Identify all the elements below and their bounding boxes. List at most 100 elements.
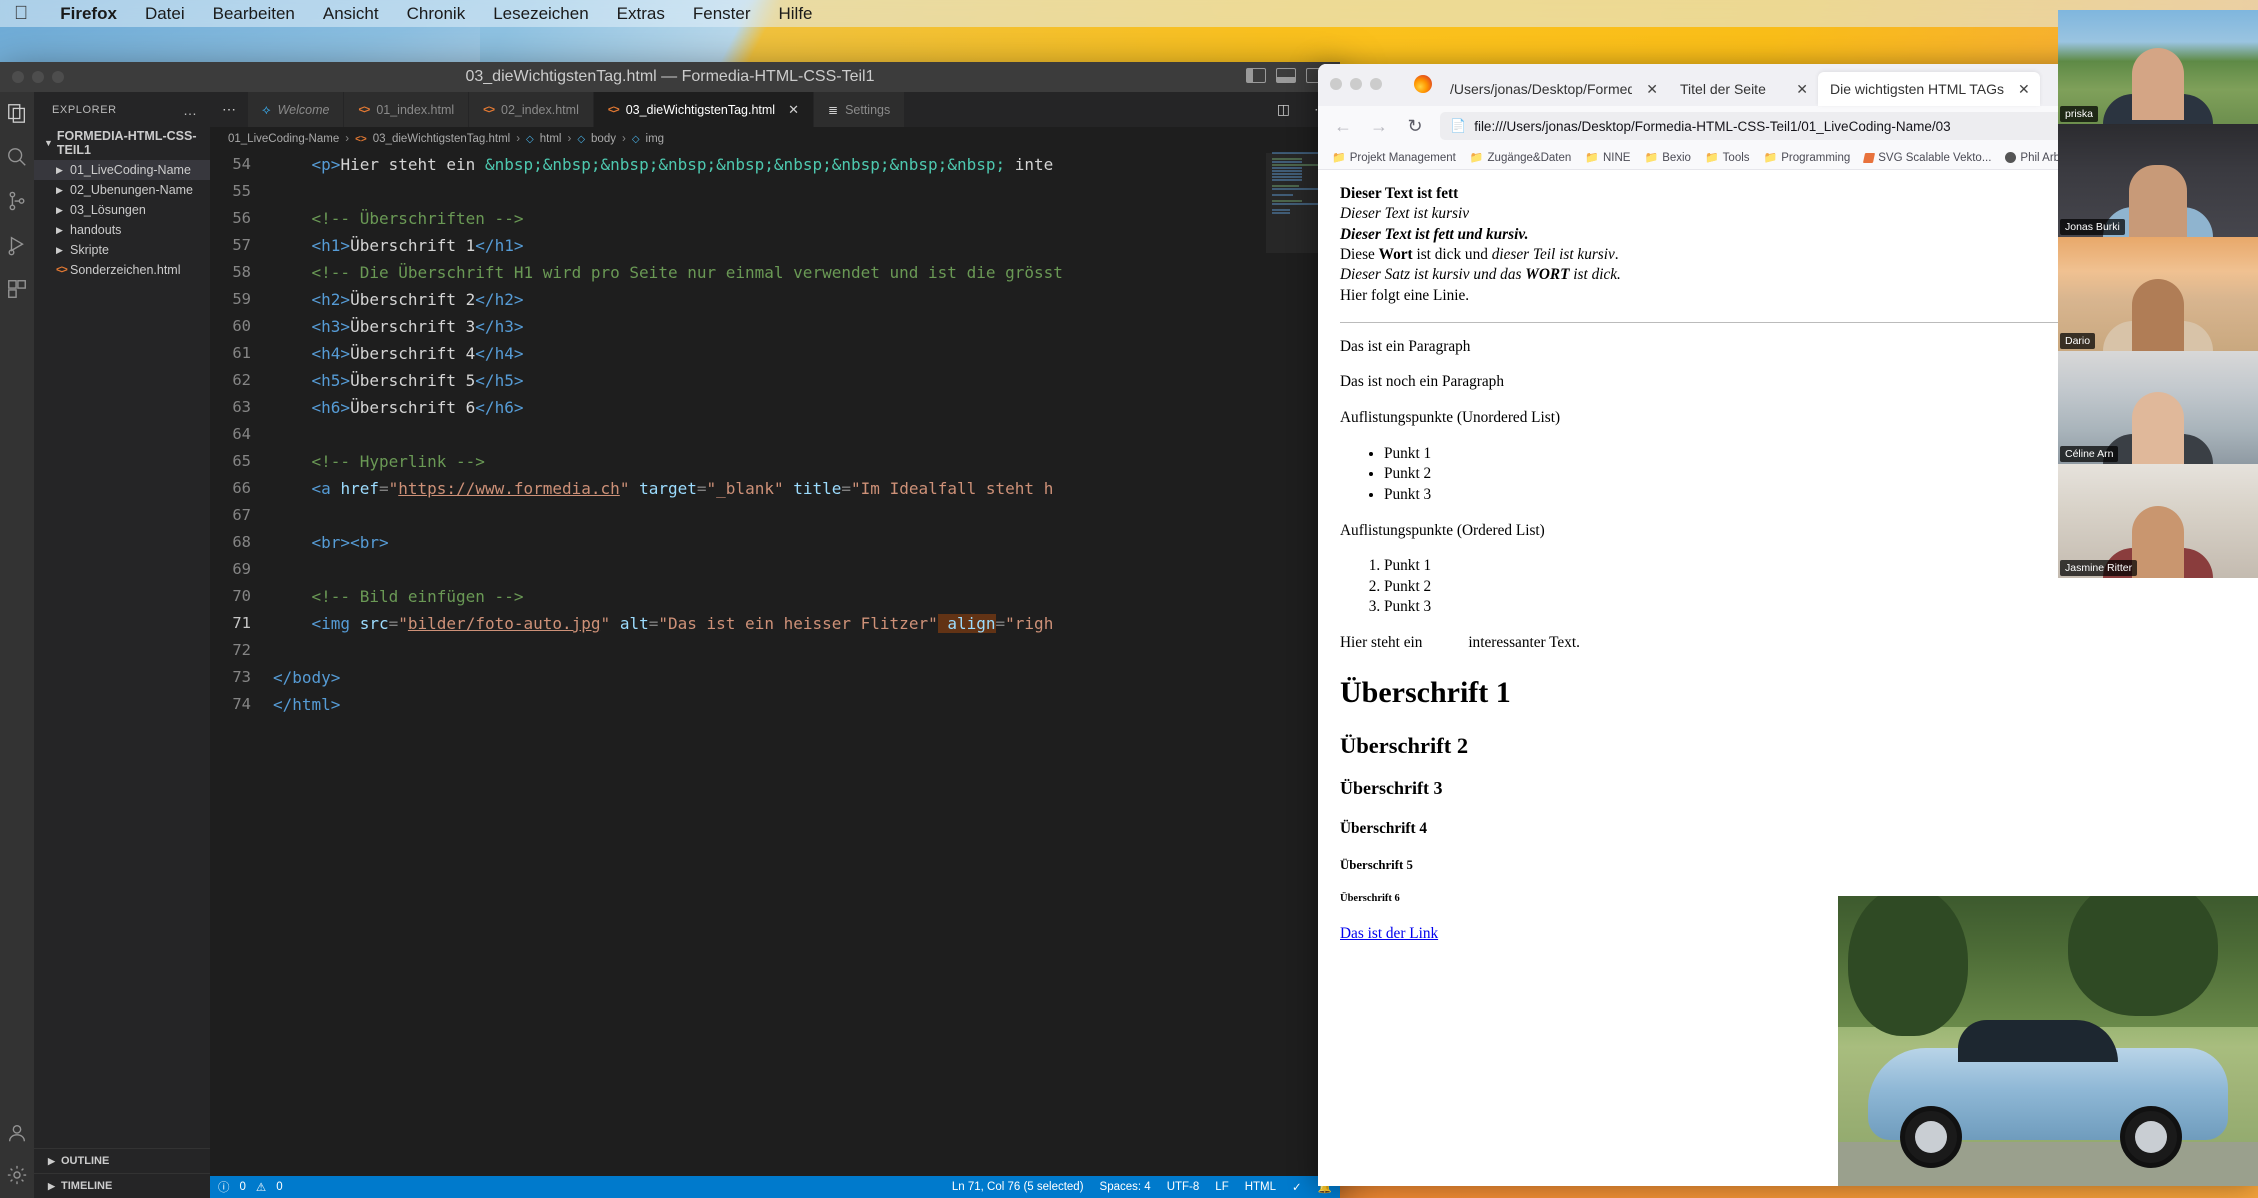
- code-editor[interactable]: 5455565758596061626364656667686970717273…: [210, 151, 1340, 1176]
- code-line[interactable]: <!-- Überschriften -->: [265, 205, 1340, 232]
- cursor-position[interactable]: Ln 71, Col 76 (5 selected): [952, 1181, 1084, 1193]
- bookmark-projekt-management[interactable]: 📁 Projekt Management: [1332, 151, 1456, 164]
- sidebar-item-handouts[interactable]: ▶ handouts: [34, 220, 210, 240]
- code-line[interactable]: <h4>Überschrift 4</h4>: [265, 340, 1340, 367]
- prettier-icon[interactable]: ✓: [1292, 1180, 1302, 1194]
- account-icon[interactable]: [6, 1122, 28, 1144]
- close-icon[interactable]: ✕: [1796, 81, 1808, 98]
- activity-bar-bottom[interactable]: [6, 1122, 28, 1198]
- source-control-icon[interactable]: [6, 190, 28, 212]
- outline-section[interactable]: ▶ OUTLINE: [34, 1148, 210, 1173]
- extensions-icon[interactable]: [6, 278, 28, 300]
- video-tile-celine-arn[interactable]: Céline Arn: [2058, 351, 2258, 465]
- bookmark-nine[interactable]: 📁 NINE: [1585, 151, 1630, 164]
- bookmark-tools[interactable]: 📁 Tools: [1705, 151, 1750, 164]
- close-icon[interactable]: ✕: [1646, 81, 1658, 98]
- settings-gear-icon[interactable]: [6, 1164, 28, 1186]
- video-tile-priska[interactable]: priska: [2058, 10, 2258, 124]
- vscode-layout-controls[interactable]: [1246, 68, 1326, 83]
- sidebar-item-03-loesungen[interactable]: ▶ 03_Lösungen: [34, 200, 210, 220]
- code-line[interactable]: <a href="https://www.formedia.ch" target…: [265, 475, 1340, 502]
- arrow-left-icon[interactable]: ←: [1332, 116, 1354, 137]
- close-icon[interactable]: ✕: [2018, 81, 2030, 98]
- code-line[interactable]: <h3>Überschrift 3</h3>: [265, 313, 1340, 340]
- bookmark-svg-scalable-vektor[interactable]: SVG Scalable Vekto...: [1864, 152, 1991, 164]
- breadcrumb-body[interactable]: body: [591, 133, 616, 145]
- breadcrumb-folder[interactable]: 01_LiveCoding-Name: [228, 133, 339, 145]
- sidebar-item-skripte[interactable]: ▶ Skripte: [34, 240, 210, 260]
- code-line[interactable]: <h1>Überschrift 1</h1>: [265, 232, 1340, 259]
- toggle-panel-icon[interactable]: [1276, 68, 1296, 83]
- menu-item-extras[interactable]: Extras: [603, 4, 679, 24]
- sidebar-item-02-ubenungen-name[interactable]: ▶ 02_Ubenungen-Name: [34, 180, 210, 200]
- video-tile-jonas-burki[interactable]: Jonas Burki: [2058, 124, 2258, 238]
- menu-item-bearbeiten[interactable]: Bearbeiten: [199, 4, 309, 24]
- language-mode[interactable]: HTML: [1245, 1181, 1276, 1193]
- close-icon[interactable]: ✕: [788, 102, 799, 118]
- code-line[interactable]: <h2>Überschrift 2</h2>: [265, 286, 1340, 313]
- activity-bar[interactable]: [0, 92, 34, 1198]
- window-traffic-lights[interactable]: [12, 71, 64, 83]
- maximize-window-button[interactable]: [1370, 78, 1382, 90]
- sidebar-item-sonderzeichen-html[interactable]: <> Sonderzeichen.html: [34, 260, 210, 280]
- code-line[interactable]: [265, 556, 1340, 583]
- tab-settings[interactable]: ≣ Settings: [814, 92, 905, 127]
- reload-icon[interactable]: ↻: [1404, 116, 1426, 137]
- status-bar[interactable]: ⓘ 0 ⚠ 0 Ln 71, Col 76 (5 selected) Space…: [210, 1176, 1340, 1198]
- arrow-right-icon[interactable]: →: [1368, 116, 1390, 137]
- firefox-traffic-lights[interactable]: [1330, 78, 1382, 90]
- code-line[interactable]: [265, 502, 1340, 529]
- menu-item-datei[interactable]: Datei: [131, 4, 199, 24]
- code-line[interactable]: </body>: [265, 664, 1340, 691]
- code-line[interactable]: [265, 421, 1340, 448]
- breadcrumb-html[interactable]: html: [540, 133, 562, 145]
- close-window-button[interactable]: [12, 71, 24, 83]
- breadcrumb-file[interactable]: 03_dieWichtigstenTag.html: [373, 133, 510, 145]
- code-line[interactable]: <!-- Bild einfügen -->: [265, 583, 1340, 610]
- code-line[interactable]: <h5>Überschrift 5</h5>: [265, 367, 1340, 394]
- browser-tab-3-active[interactable]: Die wichtigsten HTML TAGs ✕: [1818, 72, 2040, 106]
- code-line[interactable]: </html>: [265, 691, 1340, 718]
- indent-setting[interactable]: Spaces: 4: [1100, 1181, 1151, 1193]
- code-line[interactable]: <!-- Hyperlink -->: [265, 448, 1340, 475]
- eol-setting[interactable]: LF: [1215, 1181, 1228, 1193]
- breadcrumb[interactable]: 01_LiveCoding-Name › <> 03_dieWichtigste…: [210, 127, 1340, 151]
- code-line[interactable]: <!-- Die Überschrift H1 wird pro Seite n…: [265, 259, 1340, 286]
- menu-item-fenster[interactable]: Fenster: [679, 4, 765, 24]
- code-line[interactable]: <h6>Überschrift 6</h6>: [265, 394, 1340, 421]
- code-line[interactable]: <br><br>: [265, 529, 1340, 556]
- encoding-setting[interactable]: UTF-8: [1167, 1181, 1200, 1193]
- breadcrumb-img[interactable]: img: [646, 133, 665, 145]
- minimize-window-button[interactable]: [32, 71, 44, 83]
- minimize-window-button[interactable]: [1350, 78, 1362, 90]
- bookmark-zugaenge-daten[interactable]: 📁 Zugänge&Daten: [1470, 151, 1571, 164]
- bookmark-bexio[interactable]: 📁 Bexio: [1644, 151, 1690, 164]
- tab-welcome[interactable]: ⟡ Welcome: [248, 92, 344, 127]
- video-tile-jasmine-ritter[interactable]: Jasmine Ritter: [2058, 464, 2258, 578]
- menu-item-lesezeichen[interactable]: Lesezeichen: [479, 4, 602, 24]
- tab-03-diewichtigstentag-html[interactable]: <> 03_dieWichtigstenTag.html ✕: [594, 92, 814, 127]
- warning-triangle-icon[interactable]: ⚠: [256, 1180, 266, 1194]
- code-line[interactable]: [265, 637, 1340, 664]
- video-tile-dario[interactable]: Dario: [2058, 237, 2258, 351]
- menu-item-firefox[interactable]: Firefox: [46, 4, 131, 24]
- run-debug-icon[interactable]: [6, 234, 28, 256]
- close-window-button[interactable]: [1330, 78, 1342, 90]
- code-line[interactable]: [265, 178, 1340, 205]
- tab-02-index-html[interactable]: <> 02_index.html: [469, 92, 594, 127]
- search-icon[interactable]: [6, 146, 28, 168]
- page-link[interactable]: Das ist der Link: [1340, 925, 1438, 942]
- editor-split-icon[interactable]: ◫: [1265, 92, 1302, 127]
- code-content[interactable]: <p>Hier steht ein &nbsp;&nbsp;&nbsp;&nbs…: [265, 151, 1340, 1176]
- explorer-icon[interactable]: [6, 102, 28, 124]
- explorer-more-actions-icon[interactable]: …: [183, 102, 198, 118]
- menu-item-chronik[interactable]: Chronik: [393, 4, 480, 24]
- menu-item-hilfe[interactable]: Hilfe: [765, 4, 827, 24]
- timeline-section[interactable]: ▶ TIMELINE: [34, 1173, 210, 1198]
- workspace-root-item[interactable]: ▼ FORMEDIA-HTML-CSS-TEIL1: [34, 126, 210, 160]
- toggle-primary-sidebar-icon[interactable]: [1246, 68, 1266, 83]
- error-circle-icon[interactable]: ⓘ: [218, 1179, 230, 1195]
- tab-01-index-html[interactable]: <> 01_index.html: [344, 92, 469, 127]
- sidebar-item-01-livecoding-name[interactable]: ▶ 01_LiveCoding-Name: [34, 160, 210, 180]
- bookmark-programming[interactable]: 📁 Programming: [1764, 151, 1851, 164]
